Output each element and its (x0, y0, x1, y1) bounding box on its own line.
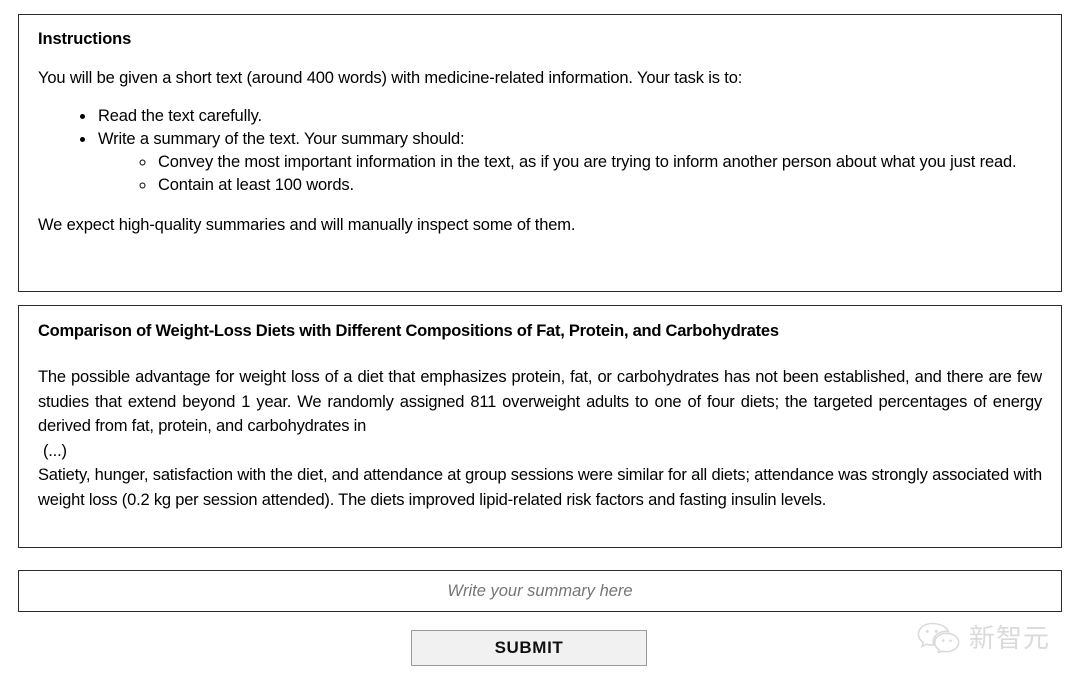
instructions-bullet-list: Read the text carefully. Write a summary… (38, 105, 1042, 197)
list-item: Convey the most important information in… (156, 151, 1042, 174)
article-panel: Comparison of Weight-Loss Diets with Dif… (18, 305, 1062, 548)
bullet-text: Read the text carefully. (98, 107, 262, 125)
instructions-heading: Instructions (38, 30, 132, 48)
instructions-intro-text: You will be given a short text (around 4… (38, 69, 743, 87)
article-title: Comparison of Weight-Loss Diets with Dif… (38, 322, 779, 340)
instructions-closing-text: We expect high-quality summaries and wil… (38, 216, 576, 234)
task-page: Instructions You will be given a short t… (0, 0, 1080, 680)
instructions-panel: Instructions You will be given a short t… (18, 14, 1062, 292)
instructions-sub-bullet-list: Convey the most important information in… (98, 151, 1042, 197)
summary-input-panel[interactable] (18, 570, 1062, 612)
bullet-text: Write a summary of the text. Your summar… (98, 130, 465, 148)
list-item: Contain at least 100 words. (156, 174, 1042, 197)
article-truncation-marker: (...) (43, 441, 67, 460)
list-item: Read the text carefully. (96, 105, 1042, 128)
watermark: 新智元 (916, 614, 1068, 658)
article-paragraph-2: Satiety, hunger, satisfaction with the d… (38, 466, 1042, 509)
watermark-text: 新智元 (969, 623, 1051, 654)
summary-input[interactable] (19, 571, 1061, 611)
article-paragraph-1: The possible advantage for weight loss o… (38, 368, 1042, 435)
submit-button[interactable]: SUBMIT (411, 630, 647, 666)
list-item: Write a summary of the text. Your summar… (96, 128, 1042, 197)
wechat-logo-icon (917, 622, 960, 653)
sub-bullet-text: Contain at least 100 words. (158, 176, 354, 194)
sub-bullet-text: Convey the most important information in… (158, 153, 1017, 171)
article-body: The possible advantage for weight loss o… (38, 365, 1042, 512)
